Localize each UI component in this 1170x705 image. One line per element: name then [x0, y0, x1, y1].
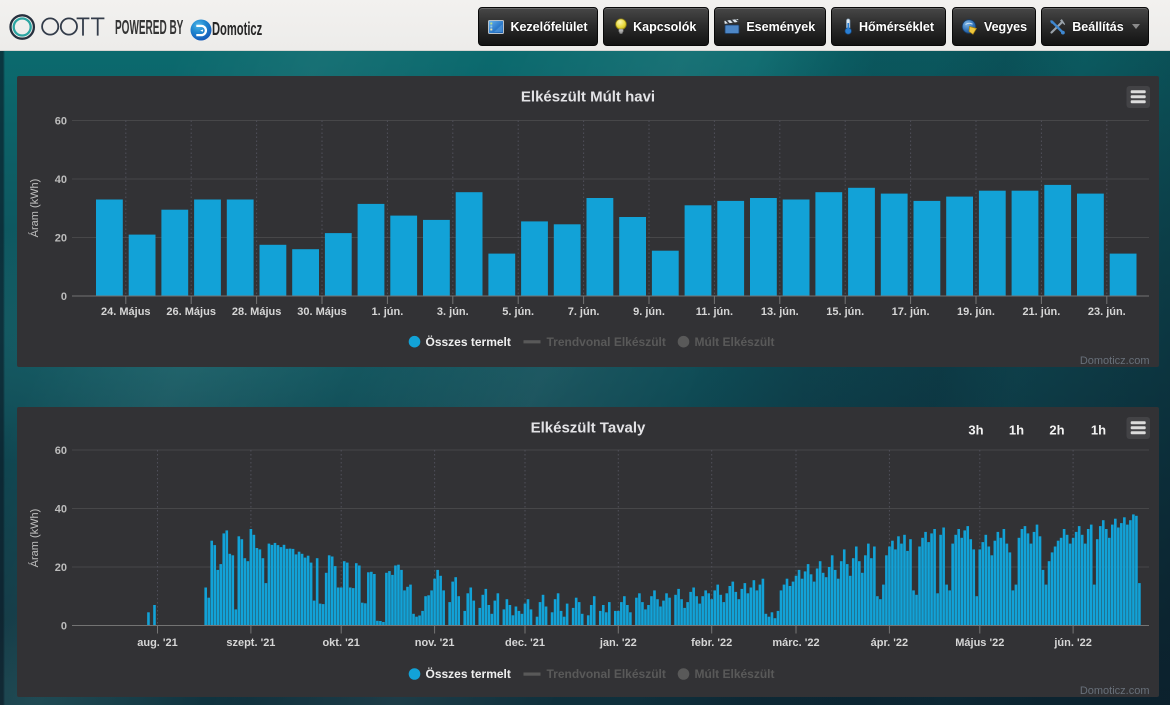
- svg-text:okt. '21: okt. '21: [322, 637, 359, 649]
- svg-text:23. jún.: 23. jún.: [1088, 306, 1126, 318]
- svg-text:jún. '22: jún. '22: [1053, 637, 1091, 649]
- svg-text:40: 40: [55, 504, 67, 516]
- svg-text:11. jún.: 11. jún.: [696, 306, 733, 318]
- svg-text:30. Május: 30. Május: [297, 306, 347, 318]
- svg-text:60: 60: [55, 445, 67, 457]
- svg-text:nov. '21: nov. '21: [415, 637, 455, 649]
- svg-text:20: 20: [55, 562, 67, 574]
- svg-text:Összes termelt: Összes termelt: [426, 334, 511, 349]
- svg-text:3h: 3h: [968, 423, 983, 438]
- svg-text:17. jún.: 17. jún.: [892, 306, 930, 318]
- svg-text:3. jún.: 3. jún.: [437, 306, 469, 318]
- svg-text:Elkészült Múlt havi: Elkészült Múlt havi: [521, 89, 655, 106]
- svg-text:1h: 1h: [1091, 423, 1106, 438]
- svg-text:ápr. '22: ápr. '22: [871, 637, 908, 649]
- svg-text:1. jún.: 1. jún.: [372, 306, 404, 318]
- svg-text:26. Május: 26. Május: [166, 306, 216, 318]
- svg-text:2h: 2h: [1049, 423, 1064, 438]
- svg-text:Múlt Elkészült: Múlt Elkészült: [695, 335, 775, 349]
- svg-text:13. jún.: 13. jún.: [761, 306, 799, 318]
- svg-text:15. jún.: 15. jún.: [826, 306, 864, 318]
- svg-text:Domoticz.com: Domoticz.com: [1080, 685, 1150, 697]
- svg-text:Összes termelt: Összes termelt: [426, 666, 511, 681]
- svg-text:Múlt Elkészült: Múlt Elkészült: [695, 667, 775, 681]
- svg-text:Áram (kWh): Áram (kWh): [28, 179, 41, 238]
- svg-text:márc. '22: márc. '22: [772, 637, 819, 649]
- svg-text:40: 40: [55, 174, 67, 186]
- svg-text:28. Május: 28. Május: [232, 306, 282, 318]
- svg-text:0: 0: [61, 291, 67, 303]
- svg-text:aug. '21: aug. '21: [137, 637, 178, 649]
- svg-text:21. jún.: 21. jún.: [1022, 306, 1060, 318]
- svg-text:Május '22: Május '22: [955, 637, 1004, 649]
- svg-text:dec. '21: dec. '21: [505, 637, 545, 649]
- svg-text:9. jún.: 9. jún.: [633, 306, 665, 318]
- svg-text:5. jún.: 5. jún.: [502, 306, 534, 318]
- svg-text:20: 20: [55, 233, 67, 245]
- svg-text:Trendvonal Elkészült: Trendvonal Elkészült: [547, 667, 666, 681]
- svg-text:0: 0: [61, 621, 67, 633]
- svg-text:Elkészült Tavaly: Elkészült Tavaly: [531, 420, 646, 437]
- svg-text:Áram (kWh): Áram (kWh): [28, 509, 41, 568]
- svg-text:febr. '22: febr. '22: [691, 637, 732, 649]
- svg-text:1h: 1h: [1009, 423, 1024, 438]
- svg-text:szept. '21: szept. '21: [226, 637, 275, 649]
- svg-text:7. jún.: 7. jún.: [568, 306, 600, 318]
- svg-text:Domoticz.com: Domoticz.com: [1080, 355, 1150, 367]
- svg-text:60: 60: [55, 116, 67, 128]
- svg-text:jan. '22: jan. '22: [599, 637, 637, 649]
- svg-text:24. Május: 24. Május: [101, 306, 151, 318]
- svg-text:19. jún.: 19. jún.: [957, 306, 995, 318]
- svg-text:Trendvonal Elkészült: Trendvonal Elkészült: [547, 335, 666, 349]
